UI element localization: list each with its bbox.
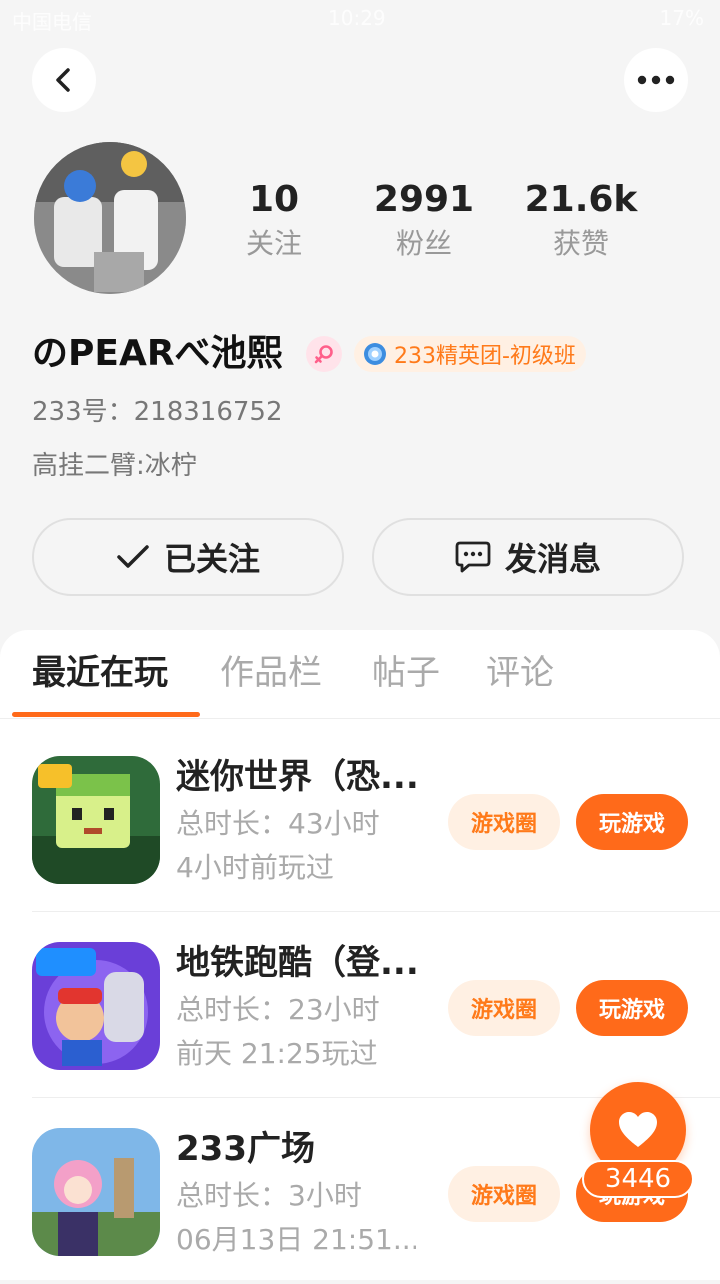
stat-fans[interactable]: 2991 粉丝 (354, 176, 494, 264)
game-duration: 总时长：43小时 (176, 807, 380, 840)
back-arrow-icon (56, 68, 70, 92)
battery-level: 17% (659, 6, 704, 30)
gender-badge (306, 336, 342, 372)
carrier-label: 中国电信 (12, 10, 92, 34)
elite-medal-icon (362, 341, 388, 367)
stat-likes[interactable]: 21.6k 获赞 (511, 176, 651, 264)
heart-icon (619, 1112, 657, 1147)
avatar[interactable] (34, 142, 186, 294)
game-last-played: 前天 21:25玩过 (176, 1037, 378, 1070)
likes-label: 获赞 (552, 227, 609, 260)
followed-label: 已关注 (163, 540, 260, 578)
user-signature: 高挂二臂:冰柠 (32, 451, 197, 481)
user-id: 233号：218316752 (32, 397, 283, 427)
chat-bubble-icon (455, 540, 491, 574)
followed-button[interactable]: 已关注 (32, 518, 344, 596)
game-title: 地铁跑酷（登... (176, 943, 419, 983)
following-label: 关注 (245, 227, 302, 260)
elite-badge-label: 233精英团-初级班 (394, 344, 576, 369)
status-bar: 中国电信 10:29 17% (0, 0, 720, 38)
game-title: 迷你世界（恐... (176, 757, 419, 797)
tab-bar: 最近在玩 作品栏 帖子 评论 (0, 630, 720, 719)
likes-count: 21.6k (524, 179, 638, 220)
avatar-photo (34, 142, 186, 294)
game-row[interactable]: 地铁跑酷（登... 总时长：23小时 前天 21:25玩过 游戏圈 玩游戏 (0, 912, 720, 1098)
checkmark-icon (116, 544, 150, 570)
game-icon-233-plaza[interactable] (32, 1128, 160, 1256)
play-game-button[interactable]: 玩游戏 (576, 794, 688, 850)
send-message-button[interactable]: 发消息 (372, 518, 684, 596)
game-title: 233广场 (176, 1129, 315, 1169)
game-icon-subway-surfers[interactable] (32, 942, 160, 1070)
tab-works[interactable]: 作品栏 (220, 650, 322, 696)
game-circle-button[interactable]: 游戏圈 (448, 1166, 560, 1222)
play-game-button[interactable]: 玩游戏 (576, 980, 688, 1036)
tab-comments[interactable]: 评论 (486, 650, 554, 696)
fans-label: 粉丝 (395, 227, 452, 260)
more-dots-icon (637, 75, 675, 85)
game-duration: 总时长：3小时 (176, 1179, 362, 1212)
active-tab-indicator (12, 712, 200, 717)
tab-posts[interactable]: 帖子 (372, 650, 440, 696)
game-last-played: 4小时前玩过 (176, 851, 334, 884)
game-circle-button[interactable]: 游戏圈 (448, 980, 560, 1036)
elite-badge[interactable]: 233精英团-初级班 (354, 336, 586, 372)
like-count-badge: 3446 (582, 1160, 694, 1198)
send-message-label: 发消息 (504, 540, 601, 578)
female-icon (314, 345, 333, 364)
game-duration: 总时长：23小时 (176, 993, 380, 1026)
game-icon-mini-world[interactable] (32, 756, 160, 884)
following-count: 10 (248, 179, 300, 220)
username: のPEARべ池熙 (32, 333, 283, 374)
fans-count: 2991 (373, 179, 475, 220)
game-row[interactable]: 迷你世界（恐... 总时长：43小时 4小时前玩过 游戏圈 玩游戏 (0, 726, 720, 912)
clock: 10:29 (328, 6, 386, 30)
stat-following[interactable]: 10 关注 (204, 176, 344, 264)
game-last-played: 06月13日 21:51... (176, 1223, 416, 1256)
back-button[interactable] (32, 48, 96, 112)
tab-recently-played[interactable]: 最近在玩 (32, 650, 168, 696)
more-button[interactable] (624, 48, 688, 112)
game-circle-button[interactable]: 游戏圈 (448, 794, 560, 850)
